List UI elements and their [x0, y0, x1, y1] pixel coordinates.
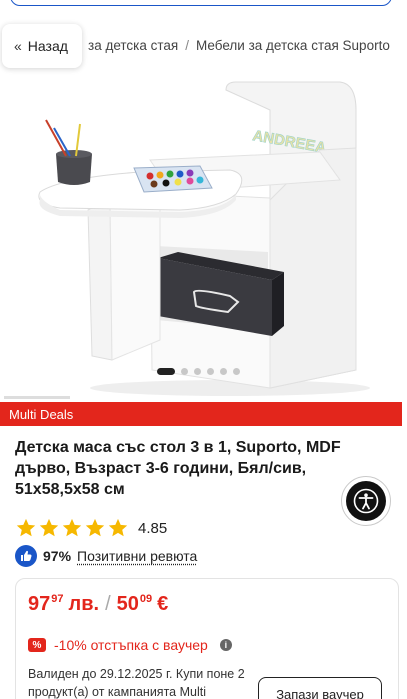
deal-badge: Multi Deals	[0, 402, 402, 426]
price-eur-whole: 50	[117, 593, 139, 616]
gallery-dot[interactable]	[194, 368, 201, 375]
gallery-dot[interactable]	[181, 368, 188, 375]
save-voucher-button[interactable]: Запази ваучер	[258, 677, 382, 699]
rating-value: 4.85	[138, 520, 167, 537]
chevron-left-icon: «	[14, 38, 22, 54]
positive-reviews[interactable]: 97% Позитивни ревюта	[15, 545, 197, 567]
price-eur-decimals: 09	[140, 593, 152, 605]
star-icon	[61, 517, 83, 539]
voucher-label: -10% отстъпка с ваучер	[54, 637, 208, 653]
gallery-dot[interactable]	[207, 368, 214, 375]
breadcrumb: за детска стая / Мебели за детска стая Sup…	[88, 38, 390, 53]
star-icon	[84, 517, 106, 539]
product-title: Детска маса със стол 3 в 1, Suporto, MDF…	[15, 437, 375, 500]
price-eur-currency: €	[157, 593, 168, 616]
gallery-pagination	[157, 368, 240, 375]
deal-badge-label: Multi Deals	[9, 407, 73, 422]
gallery-dot[interactable]	[233, 368, 240, 375]
star-icon	[107, 517, 129, 539]
rating[interactable]: 4.85	[15, 517, 167, 539]
divider	[4, 396, 70, 399]
search-bar[interactable]	[10, 0, 392, 6]
price: 97 97 лв. / 50 09 €	[28, 593, 168, 616]
price-bgn-decimals: 97	[51, 593, 63, 605]
back-label: Назад	[28, 38, 68, 54]
star-icon	[15, 517, 37, 539]
star-icon	[38, 517, 60, 539]
accessibility-icon	[346, 481, 386, 521]
breadcrumb-item[interactable]: за детска стая	[88, 38, 178, 53]
price-card: 97 97 лв. / 50 09 € % -10% отстъпка с вауч…	[15, 578, 399, 699]
thumbs-up-icon	[15, 545, 37, 567]
breadcrumb-separator: /	[185, 38, 189, 53]
gallery-dot[interactable]	[220, 368, 227, 375]
product-image: ANDREEA	[0, 70, 407, 398]
positive-reviews-link[interactable]: Позитивни ревюта	[77, 548, 197, 564]
gallery-dot[interactable]	[157, 368, 175, 375]
accessibility-button[interactable]	[341, 476, 391, 526]
back-button[interactable]: « Назад	[2, 24, 82, 68]
info-icon[interactable]: i	[220, 639, 232, 651]
voucher-validity: Валиден до 29.12.2025 г. Купи поне 2 про…	[28, 665, 258, 699]
voucher-icon: %	[28, 638, 46, 652]
breadcrumb-item[interactable]: Мебели за детска стая Suporto	[196, 38, 390, 53]
price-bgn-whole: 97	[28, 593, 50, 616]
price-separator: /	[105, 593, 111, 616]
product-image-gallery[interactable]: ANDREEA	[0, 70, 407, 398]
positive-reviews-percent: 97%	[43, 548, 71, 564]
price-bgn-currency: лв.	[69, 593, 100, 616]
voucher-offer: % -10% отстъпка с ваучер i	[28, 637, 232, 653]
